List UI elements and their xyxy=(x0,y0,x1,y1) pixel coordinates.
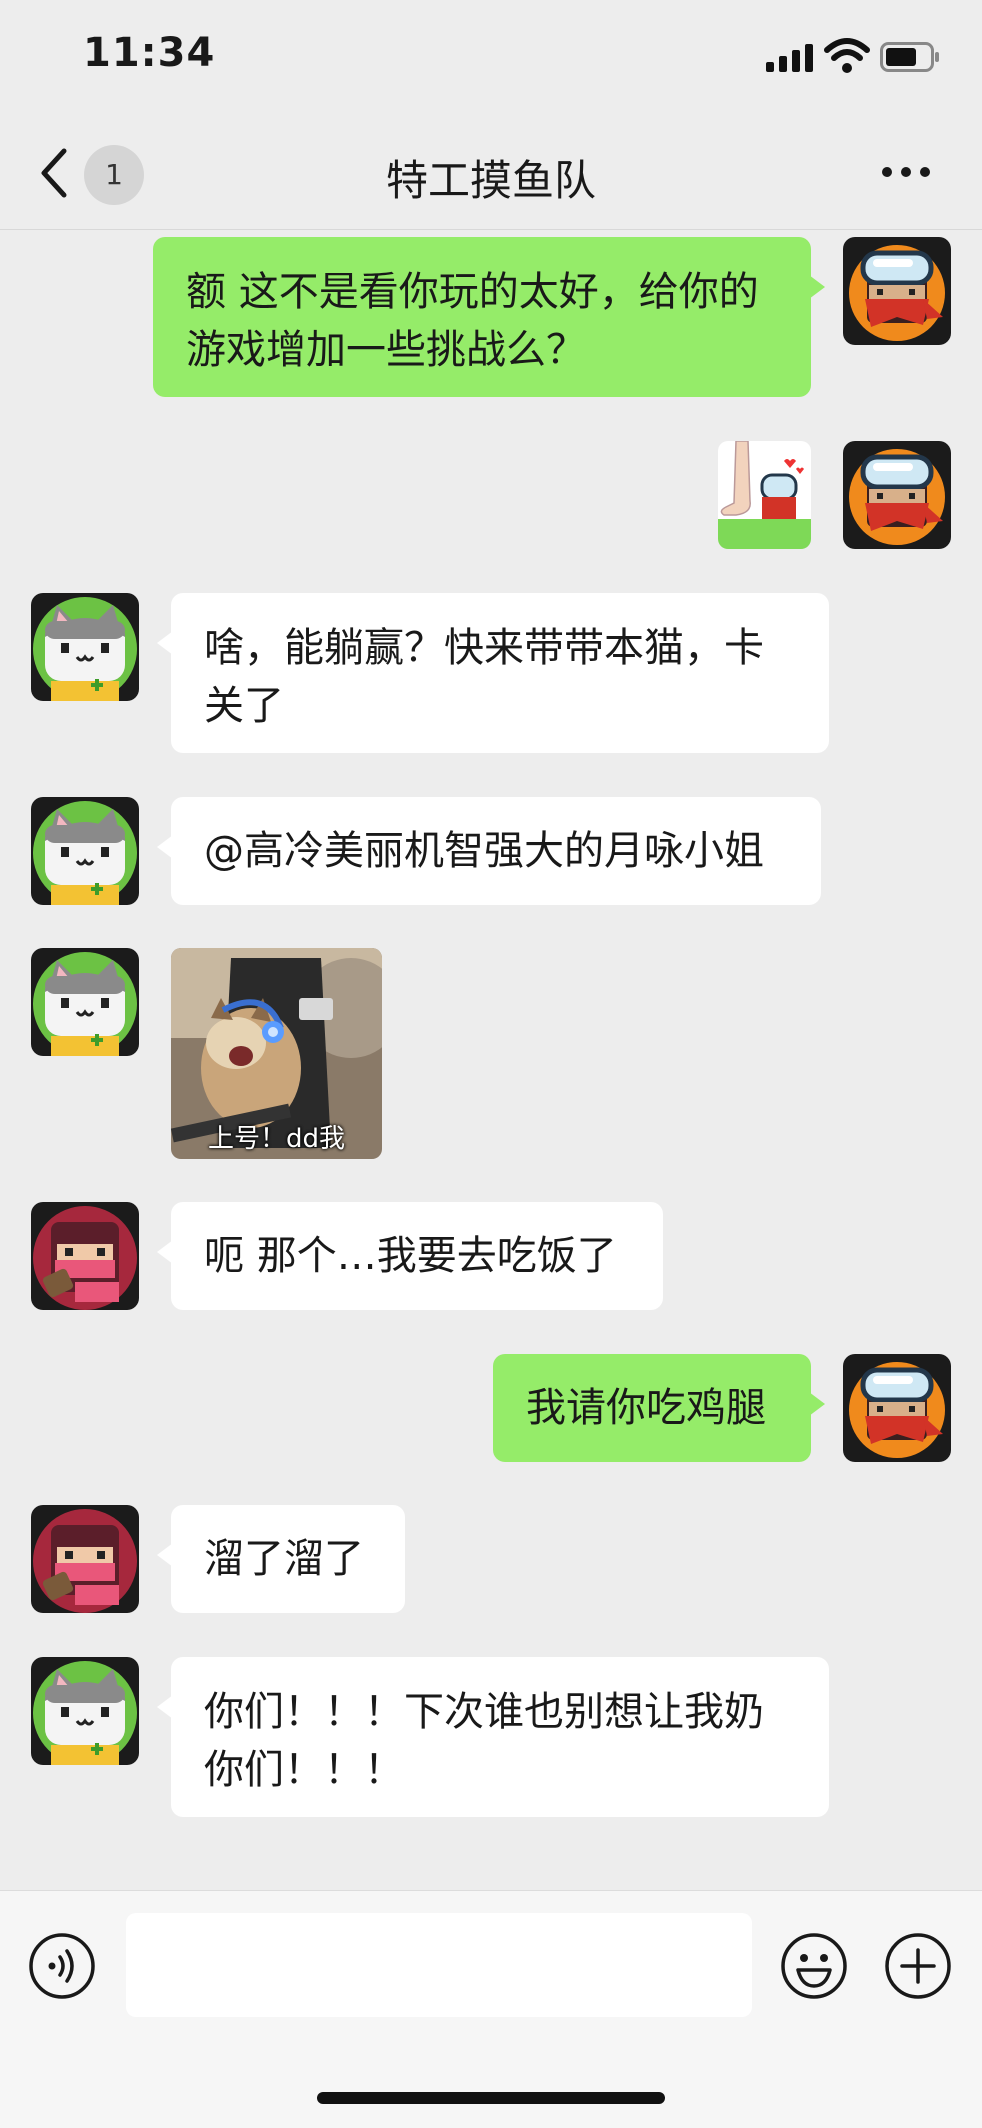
wifi-icon xyxy=(824,38,870,73)
signal-icon xyxy=(766,44,813,72)
member-avatar-cat[interactable] xyxy=(31,948,139,1056)
status-bar: 11:34 xyxy=(0,0,982,115)
message-bubble-outgoing[interactable]: 额 这不是看你玩的太好，给你的游戏增加一些挑战么？ xyxy=(153,237,825,397)
chat-header: 1 特工摸鱼队 xyxy=(0,115,982,230)
member-avatar-ninja[interactable] xyxy=(31,1505,139,1613)
home-indicator[interactable] xyxy=(317,2092,665,2104)
voice-icon[interactable] xyxy=(28,1932,96,2000)
member-avatar-cat[interactable] xyxy=(31,593,139,701)
more-icon[interactable] xyxy=(880,165,932,179)
member-avatar-cat[interactable] xyxy=(31,797,139,905)
sticker-caption: 上号！dd我 xyxy=(207,1124,345,1154)
chat-title: 特工摸鱼队 xyxy=(385,156,596,205)
message-bubble-incoming[interactable]: 啥，能躺赢？快来带带本猫，卡关了 xyxy=(157,593,829,753)
message-input[interactable] xyxy=(126,1913,752,2017)
message-bubble-incoming[interactable]: @高冷美丽机智强大的月咏小姐 xyxy=(157,797,821,905)
message-bubble-incoming[interactable]: 你们！！！下次谁也别想让我奶你们！！！ xyxy=(157,1657,829,1817)
message-bubble-incoming[interactable]: 溜了溜了 xyxy=(157,1505,405,1613)
member-avatar-ninja[interactable] xyxy=(31,1202,139,1310)
plus-icon[interactable] xyxy=(884,1932,952,2000)
battery-icon xyxy=(880,42,939,72)
sticker-image[interactable]: 上号！dd我 xyxy=(171,948,382,1159)
status-time: 11:34 xyxy=(83,30,216,76)
message-bubble-outgoing[interactable]: 我请你吃鸡腿 xyxy=(493,1354,825,1462)
my-avatar[interactable] xyxy=(843,441,951,549)
member-avatar-cat[interactable] xyxy=(31,1657,139,1765)
my-avatar[interactable] xyxy=(843,237,951,345)
my-avatar[interactable] xyxy=(843,1354,951,1462)
message-bubble-incoming[interactable]: 呃 那个…我要去吃饭了 xyxy=(157,1202,663,1310)
input-bar xyxy=(0,1890,982,2128)
sticker-image[interactable] xyxy=(718,441,811,549)
emoji-icon[interactable] xyxy=(780,1932,848,2000)
